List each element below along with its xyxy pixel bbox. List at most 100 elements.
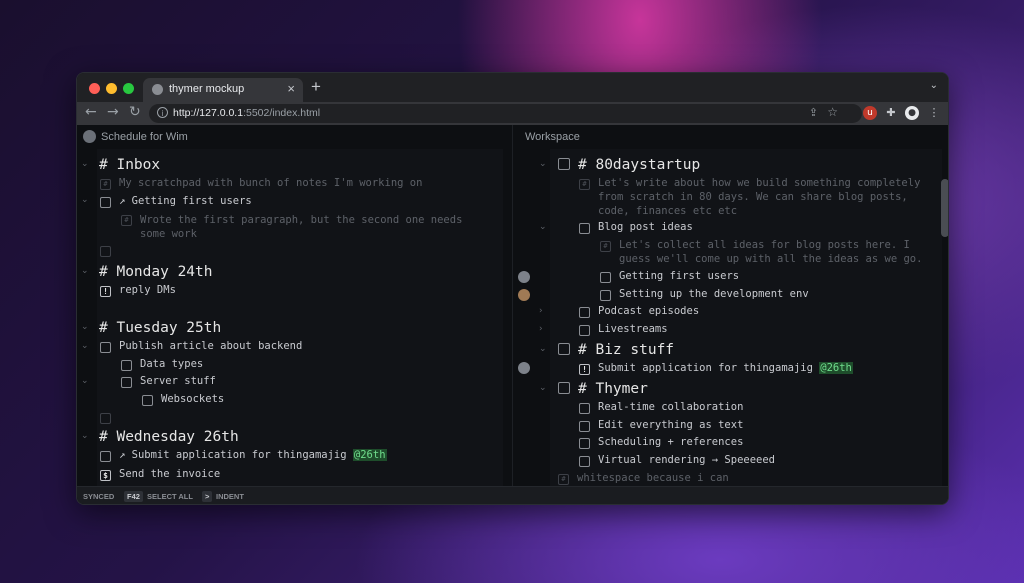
task-checkbox[interactable] (579, 325, 590, 336)
back-arrow-icon[interactable]: ← (85, 104, 97, 120)
section-note[interactable]: from scratch in 80 days. We can share bl… (598, 191, 908, 203)
profile-icon[interactable]: ● (905, 106, 919, 120)
empty-line-icon (100, 246, 111, 257)
section-checkbox[interactable] (558, 343, 570, 355)
task-checkbox[interactable] (579, 438, 590, 449)
task-item[interactable]: Virtual rendering → Speeeeed (598, 454, 775, 466)
task-note[interactable]: Let's collect all ideas for blog posts h… (619, 239, 910, 251)
task-checkbox[interactable] (600, 290, 611, 301)
task-item[interactable]: Setting up the development env (619, 288, 809, 300)
empty-line-icon (100, 413, 111, 424)
dollar-icon[interactable]: $ (100, 470, 111, 481)
important-icon[interactable]: ! (100, 286, 111, 297)
task-item[interactable]: Server stuff (140, 375, 216, 387)
shortcut-action[interactable]: SELECT ALL (147, 492, 193, 501)
expand-chevron-icon[interactable]: › (539, 324, 543, 334)
extensions-puzzle-icon[interactable]: ✚ (884, 106, 898, 120)
section-note[interactable]: Let's write about how we build something… (598, 177, 920, 189)
task-checkbox[interactable] (600, 272, 611, 283)
task-note[interactable]: Wrote the first paragraph, but the secon… (140, 214, 462, 226)
task-item[interactable]: ↗ Submit application for thingamajig @26… (119, 449, 387, 461)
task-item[interactable]: reply DMs (119, 284, 176, 296)
task-item[interactable]: Data types (140, 358, 203, 370)
collapse-chevron-icon[interactable]: ⌄ (81, 431, 89, 441)
maximize-window-button[interactable] (123, 83, 134, 94)
task-checkbox[interactable] (579, 403, 590, 414)
task-item[interactable]: Livestreams (598, 323, 668, 335)
pane-divider[interactable] (512, 125, 513, 486)
collapse-chevron-icon[interactable]: ⌄ (81, 195, 89, 205)
info-icon[interactable]: i (157, 107, 168, 118)
section-title-inbox[interactable]: # Inbox (99, 157, 160, 173)
note-icon: # (600, 241, 611, 252)
collapse-chevron-icon[interactable]: ⌄ (539, 383, 547, 393)
user-avatar[interactable] (518, 289, 530, 301)
section-title-80daystartup[interactable]: # 80daystartup (578, 157, 700, 173)
tab-close-button[interactable]: × (287, 81, 295, 96)
section-title-wednesday[interactable]: # Wednesday 26th (99, 429, 239, 445)
task-item[interactable]: Send the invoice (119, 468, 220, 480)
note-icon: # (579, 179, 590, 190)
task-item[interactable]: Publish article about backend (119, 340, 302, 352)
reload-icon[interactable]: ↻ (129, 104, 141, 120)
task-checkbox[interactable] (579, 456, 590, 467)
section-title-thymer[interactable]: # Thymer (578, 381, 648, 397)
collapse-chevron-icon[interactable]: ⌄ (81, 266, 89, 276)
expand-chevron-icon[interactable]: › (539, 306, 543, 316)
inbox-note[interactable]: My scratchpad with bunch of notes I'm wo… (119, 177, 422, 189)
user-avatar[interactable] (518, 271, 530, 283)
collapse-chevron-icon[interactable]: ⌄ (539, 222, 547, 232)
section-note[interactable]: code, finances etc etc (598, 205, 737, 217)
tab-title: thymer mockup (169, 83, 245, 95)
task-checkbox[interactable] (579, 223, 590, 234)
collapse-chevron-icon[interactable]: ⌄ (81, 159, 89, 169)
date-tag[interactable]: @26th (819, 362, 853, 374)
bookmark-star-icon[interactable]: ☆ (827, 105, 838, 119)
task-item[interactable]: Podcast episodes (598, 305, 699, 317)
date-tag[interactable]: @26th (352, 449, 387, 461)
task-checkbox[interactable] (579, 421, 590, 432)
task-checkbox[interactable] (579, 307, 590, 318)
task-item[interactable]: Scheduling + references (598, 436, 743, 448)
whitespace-note[interactable]: whitespace because i can (577, 472, 729, 484)
address-bar[interactable]: i http://127.0.0.1:5502/index.html ⇪ ☆ (149, 104, 862, 123)
section-title-monday[interactable]: # Monday 24th (99, 264, 213, 280)
section-checkbox[interactable] (558, 158, 570, 170)
collapse-chevron-icon[interactable]: ⌄ (81, 376, 89, 386)
close-window-button[interactable] (89, 83, 100, 94)
shortcut-action[interactable]: INDENT (216, 492, 244, 501)
task-item[interactable]: Real-time collaboration (598, 401, 743, 413)
collapse-chevron-icon[interactable]: ⌄ (539, 344, 547, 354)
ublock-extension-icon[interactable]: u (863, 106, 877, 120)
user-avatar[interactable] (518, 362, 530, 374)
collapse-chevron-icon[interactable]: ⌄ (539, 159, 547, 169)
task-note[interactable]: guess we'll come up with all the ideas a… (619, 253, 922, 265)
task-item[interactable]: ↗ Getting first users (119, 195, 252, 207)
scrollbar-thumb[interactable] (941, 179, 948, 237)
task-checkbox[interactable] (100, 197, 111, 208)
section-checkbox[interactable] (558, 382, 570, 394)
tab-search-chevron-icon[interactable]: ⌄ (930, 80, 938, 91)
task-checkbox[interactable] (100, 451, 111, 462)
minimize-window-button[interactable] (106, 83, 117, 94)
task-checkbox[interactable] (121, 377, 132, 388)
forward-arrow-icon[interactable]: → (107, 104, 119, 120)
new-tab-button[interactable]: + (311, 77, 321, 97)
task-item[interactable]: Edit everything as text (598, 419, 743, 431)
section-title-biz-stuff[interactable]: # Biz stuff (578, 342, 674, 358)
browser-tab[interactable]: thymer mockup × (143, 78, 303, 102)
task-note[interactable]: some work (140, 228, 197, 240)
task-item[interactable]: Getting first users (619, 270, 739, 282)
task-checkbox[interactable] (100, 342, 111, 353)
important-icon[interactable]: ! (579, 364, 590, 375)
collapse-chevron-icon[interactable]: ⌄ (81, 322, 89, 332)
collapse-chevron-icon[interactable]: ⌄ (81, 341, 89, 351)
section-title-tuesday[interactable]: # Tuesday 25th (99, 320, 221, 336)
menu-kebab-icon[interactable]: ⋮ (927, 106, 941, 120)
task-item[interactable]: Submit application for thingamajig @26th (598, 362, 853, 374)
task-checkbox[interactable] (142, 395, 153, 406)
task-item[interactable]: Blog post ideas (598, 221, 693, 233)
task-item[interactable]: Websockets (161, 393, 224, 405)
share-icon[interactable]: ⇪ (809, 106, 818, 119)
task-checkbox[interactable] (121, 360, 132, 371)
